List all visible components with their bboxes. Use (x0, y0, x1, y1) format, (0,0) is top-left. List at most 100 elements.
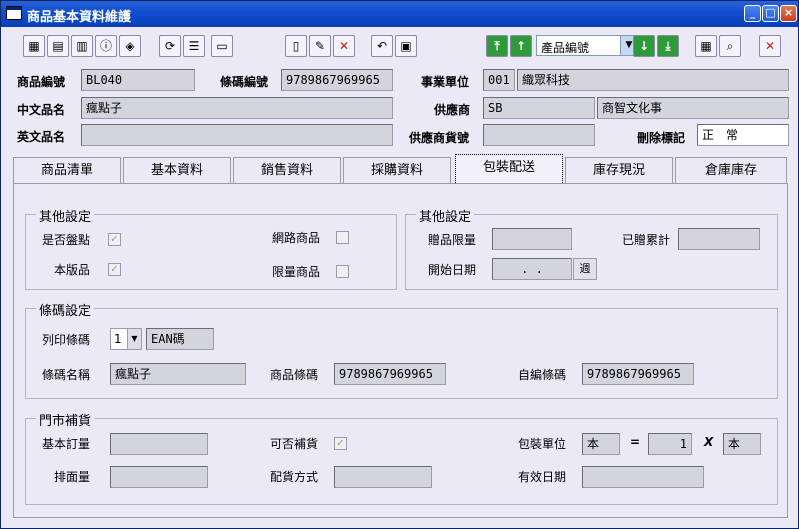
exit-icon[interactable]: ✕ (759, 35, 781, 57)
info-icon[interactable]: ⓘ (95, 35, 117, 57)
other-settings-right-title: 其他設定 (416, 206, 475, 225)
product-barcode-field[interactable]: 9789867969965 (334, 363, 446, 385)
book-icon[interactable]: ◈ (119, 35, 141, 57)
list-icon[interactable]: ☰ (183, 35, 205, 57)
barcode-settings-group: 條碼設定 列印條碼 1 ▼ EAN碼 條碼名稱 瘋點子 商品條碼 9789867… (25, 300, 778, 399)
expiry-field[interactable] (582, 466, 704, 488)
gift-limit-label: 贈品限量 (428, 233, 477, 247)
gift-limit-field[interactable] (492, 228, 572, 250)
supplier-item-no-label: 供應商貨號 (409, 131, 470, 145)
own-version-checkbox[interactable]: ✓ (108, 263, 121, 276)
print-barcode-label: 列印條碼 (42, 333, 91, 347)
english-name-label: 英文品名 (17, 130, 66, 144)
calendar-icon[interactable]: 週 (573, 258, 597, 280)
last-record-icon[interactable]: ⤓ (657, 35, 679, 57)
previous-record-icon[interactable]: ↑ (510, 35, 532, 57)
chinese-name-field[interactable]: 瘋點子 (81, 97, 393, 119)
barcode-name-label: 條碼名稱 (42, 368, 91, 382)
print-barcode-select[interactable]: 1 ▼ (110, 328, 142, 350)
product-code-field[interactable]: BL040 (81, 69, 195, 91)
pack-unit-right-field[interactable]: 本 (723, 433, 761, 455)
product-barcode-label: 商品條碼 (270, 368, 319, 382)
tab-purchase-data[interactable]: 採購資料 (343, 157, 451, 185)
gift-total-label: 已贈累計 (622, 233, 671, 247)
times-sign: X (704, 435, 714, 449)
refresh-icon[interactable]: ⟳ (159, 35, 181, 57)
start-date-field[interactable]: . . (492, 258, 572, 280)
window-title: 商品基本資料維護 (27, 10, 132, 25)
supplier-name-field[interactable]: 商智文化事 (597, 97, 789, 119)
toolbar: ▦ ▤ ▥ ⓘ ◈ ⟳ ☰ ▭ ▯ ✎ ✕ ↶ ▣ ⤒ ↑ 產品編號 ▼ ↓ ⤓… (9, 31, 792, 63)
barcode-type-field: EAN碼 (146, 328, 214, 350)
chinese-name-label: 中文品名 (17, 103, 66, 117)
other-settings-left-title: 其他設定 (36, 206, 95, 225)
search-icon[interactable]: ⌕ (719, 35, 741, 57)
supplier-code-field[interactable]: SB (483, 97, 595, 119)
minimize-button[interactable]: _ (744, 5, 761, 22)
barcode-field[interactable]: 9789867969965 (281, 69, 393, 91)
is-counted-checkbox[interactable]: ✓ (108, 233, 121, 246)
tab-sales-data[interactable]: 銷售資料 (233, 157, 341, 185)
save-icon[interactable]: ▣ (395, 35, 417, 57)
other-settings-left-group: 其他設定 是否盤點 ✓ 本版品 ✓ 網路商品 限量商品 (25, 206, 397, 290)
calculator-icon[interactable]: ▦ (23, 35, 45, 57)
new-document-icon[interactable]: ▯ (285, 35, 307, 57)
store-replenishment-group: 門市補貨 基本訂量 可否補貨 ✓ 包裝單位 本 = 1 X 本 排面量 配貨方式… (25, 410, 778, 505)
base-order-field[interactable] (110, 433, 208, 455)
main-window: 商品基本資料維護 _ □ × ▦ ▤ ▥ ⓘ ◈ ⟳ ☰ ▭ ▯ ✎ ✕ ↶ ▣… (0, 0, 799, 529)
barcode-label: 條碼編號 (220, 75, 269, 89)
supplier-label: 供應商 (434, 103, 471, 117)
close-button[interactable]: × (780, 5, 797, 22)
expiry-label: 有效日期 (518, 470, 567, 484)
distribution-label: 配貨方式 (270, 470, 319, 484)
first-record-icon[interactable]: ⤒ (486, 35, 508, 57)
pack-qty-field[interactable]: 1 (648, 433, 692, 455)
tab-warehouse-stock[interactable]: 倉庫庫存 (675, 157, 787, 185)
face-qty-label: 排面量 (54, 470, 91, 484)
base-order-label: 基本訂量 (42, 437, 91, 451)
start-date-label: 開始日期 (428, 263, 477, 277)
app-icon (6, 6, 22, 20)
own-version-label: 本版品 (54, 263, 91, 277)
tab-product-list[interactable]: 商品清單 (13, 157, 121, 185)
face-qty-field[interactable] (110, 466, 208, 488)
equals-sign: = (630, 435, 641, 449)
search-field-select[interactable]: 產品編號 ▼ (536, 35, 638, 56)
tab-packaging-delivery[interactable]: 包裝配送 (455, 154, 563, 185)
image-icon[interactable]: ▭ (211, 35, 233, 57)
tab-basic-data[interactable]: 基本資料 (123, 157, 231, 185)
gift-total-field[interactable] (678, 228, 760, 250)
form-view-icon[interactable]: ▤ (47, 35, 69, 57)
supplier-item-no-field[interactable] (483, 124, 595, 146)
online-product-checkbox[interactable] (336, 231, 349, 244)
delete-flag-field[interactable]: 正 常 (697, 124, 789, 146)
maximize-button[interactable]: □ (762, 5, 779, 22)
barcode-name-field[interactable]: 瘋點子 (110, 363, 246, 385)
next-record-icon[interactable]: ↓ (633, 35, 655, 57)
replenishable-label: 可否補貨 (270, 437, 319, 451)
limited-product-checkbox[interactable] (336, 265, 349, 278)
custom-barcode-field[interactable]: 9789867969965 (582, 363, 694, 385)
other-settings-right-group: 其他設定 贈品限量 已贈累計 開始日期 . . 週 (405, 206, 778, 290)
chevron-down-icon[interactable]: ▼ (127, 329, 141, 349)
grid-view-icon[interactable]: ▥ (71, 35, 93, 57)
product-code-label: 商品編號 (17, 75, 66, 89)
distribution-field[interactable] (334, 466, 432, 488)
limited-product-label: 限量商品 (272, 265, 321, 279)
store-replenishment-title: 門市補貨 (36, 410, 95, 429)
tab-inventory-status[interactable]: 庫存現況 (565, 157, 673, 185)
undo-icon[interactable]: ↶ (371, 35, 393, 57)
barcode-settings-title: 條碼設定 (36, 300, 95, 319)
table-icon[interactable]: ▦ (695, 35, 717, 57)
business-unit-code-field[interactable]: 001 (483, 69, 515, 91)
business-unit-name-field[interactable]: 織眾科技 (517, 69, 789, 91)
replenishable-checkbox[interactable]: ✓ (334, 437, 347, 450)
tab-panel: 其他設定 是否盤點 ✓ 本版品 ✓ 網路商品 限量商品 其他設定 贈品限量 已贈… (13, 183, 788, 518)
edit-document-icon[interactable]: ✎ (309, 35, 331, 57)
title-bar: 商品基本資料維護 _ □ × (1, 1, 798, 27)
english-name-field[interactable] (81, 124, 393, 146)
tab-strip: 商品清單 基本資料 銷售資料 採購資料 包裝配送 庫存現況 倉庫庫存 (13, 154, 788, 185)
delete-document-icon[interactable]: ✕ (333, 35, 355, 57)
custom-barcode-label: 自編條碼 (518, 368, 567, 382)
pack-unit-left-field[interactable]: 本 (582, 433, 620, 455)
